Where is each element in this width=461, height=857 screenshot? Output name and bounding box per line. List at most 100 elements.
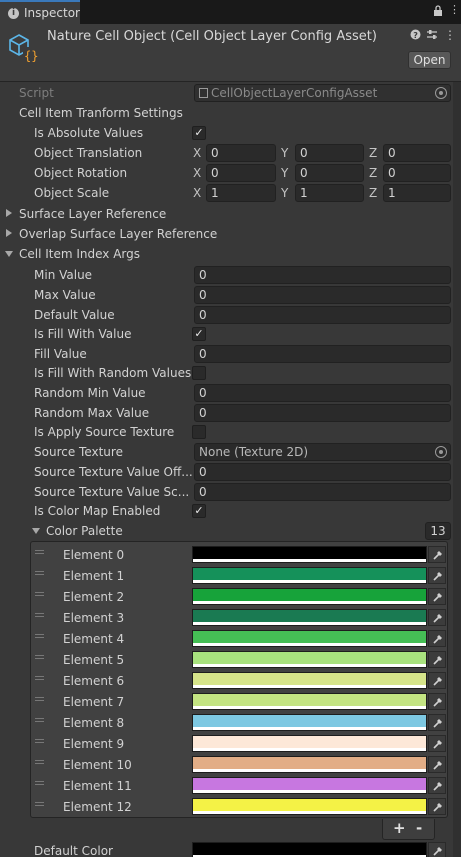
- apply-texture-checkbox[interactable]: [192, 425, 206, 439]
- tab-inspector[interactable]: i Inspector: [0, 0, 80, 24]
- fill-value-field[interactable]: 0: [194, 345, 451, 363]
- object-picker-icon[interactable]: [435, 87, 447, 99]
- x-axis-label: X: [193, 146, 202, 160]
- asset-title: Nature Cell Object (Cell Object Layer Co…: [47, 29, 377, 44]
- translation-y-field[interactable]: 0: [295, 144, 364, 162]
- color-map-row: Is Color Map Enabled ✓: [0, 501, 461, 521]
- eyedropper-button[interactable]: [428, 672, 446, 689]
- default-color-swatch[interactable]: [192, 842, 427, 857]
- scale-z-field[interactable]: 1: [383, 184, 451, 202]
- is-absolute-checkbox[interactable]: ✓: [192, 126, 206, 140]
- element-label: Element 3: [63, 611, 125, 625]
- color-swatch[interactable]: [192, 588, 427, 605]
- index-args-foldout[interactable]: Cell Item Index Args: [0, 244, 461, 264]
- drag-handle-icon[interactable]: [35, 718, 44, 722]
- element-label: Element 2: [63, 590, 125, 604]
- drag-handle-icon[interactable]: [35, 676, 44, 680]
- rotation-x-field[interactable]: 0: [206, 164, 276, 182]
- remove-element-button[interactable]: -: [416, 819, 422, 837]
- color-swatch[interactable]: [192, 672, 427, 689]
- object-picker-icon[interactable]: [435, 446, 447, 458]
- drag-handle-icon[interactable]: [35, 634, 44, 638]
- eyedropper-button[interactable]: [428, 651, 446, 668]
- help-icon[interactable]: ?: [410, 29, 421, 43]
- color-swatch[interactable]: [192, 714, 427, 731]
- color-map-checkbox[interactable]: ✓: [192, 504, 206, 518]
- min-value-field[interactable]: 0: [194, 266, 451, 284]
- rotation-y-field[interactable]: 0: [295, 164, 364, 182]
- drag-handle-icon[interactable]: [35, 592, 44, 596]
- random-min-field[interactable]: 0: [194, 384, 451, 402]
- script-label: Script: [19, 86, 54, 100]
- max-value-field[interactable]: 0: [194, 286, 451, 304]
- overlap-surface-foldout[interactable]: Overlap Surface Layer Reference: [0, 224, 461, 244]
- context-menu-icon[interactable]: ⋮: [444, 28, 456, 42]
- eyedropper-button[interactable]: [428, 588, 446, 605]
- add-element-button[interactable]: +: [393, 819, 406, 837]
- source-texture-row: Source Texture None (Texture 2D): [0, 442, 461, 462]
- color-swatch[interactable]: [192, 735, 427, 752]
- surface-layer-foldout[interactable]: Surface Layer Reference: [0, 204, 461, 224]
- eyedropper-icon: [433, 847, 442, 856]
- eyedropper-button[interactable]: [428, 714, 446, 731]
- foldout-arrow-icon[interactable]: [6, 209, 12, 217]
- eyedropper-button[interactable]: [428, 567, 446, 584]
- drag-handle-icon[interactable]: [35, 739, 44, 743]
- color-swatch[interactable]: [192, 630, 427, 647]
- eyedropper-icon: [433, 740, 442, 749]
- texture-offset-field[interactable]: 0: [194, 463, 451, 481]
- color-swatch[interactable]: [192, 546, 427, 563]
- translation-x-field[interactable]: 0: [206, 144, 276, 162]
- alpha-bar: [193, 580, 426, 583]
- texture-scale-label: Source Texture Value Sc...: [34, 485, 190, 499]
- texture-scale-field[interactable]: 0: [194, 483, 451, 501]
- scriptable-object-icon: {}: [9, 34, 38, 63]
- script-field[interactable]: CellObjectLayerConfigAsset: [194, 84, 451, 102]
- random-max-field[interactable]: 0: [194, 404, 451, 422]
- source-texture-field[interactable]: None (Texture 2D): [194, 443, 451, 461]
- drag-handle-icon[interactable]: [35, 571, 44, 575]
- kebab-menu-icon[interactable]: ⋮: [449, 3, 460, 16]
- open-button[interactable]: Open: [408, 51, 451, 69]
- scrollbar[interactable]: [453, 82, 461, 857]
- lock-icon[interactable]: [433, 5, 443, 19]
- drag-handle-icon[interactable]: [35, 550, 44, 554]
- translation-z-field[interactable]: 0: [383, 144, 451, 162]
- drag-handle-icon[interactable]: [35, 697, 44, 701]
- foldout-arrow-icon[interactable]: [6, 229, 12, 237]
- drag-handle-icon[interactable]: [35, 760, 44, 764]
- eyedropper-button[interactable]: [428, 630, 446, 647]
- color-palette-foldout[interactable]: Color Palette: [0, 521, 461, 541]
- color-swatch[interactable]: [192, 777, 427, 794]
- color-swatch[interactable]: [192, 567, 427, 584]
- drag-handle-icon[interactable]: [35, 613, 44, 617]
- eyedropper-button[interactable]: [428, 756, 446, 773]
- eyedropper-button[interactable]: [428, 609, 446, 626]
- rotation-z-field[interactable]: 0: [383, 164, 451, 182]
- default-value-field[interactable]: 0: [194, 306, 451, 324]
- eyedropper-button[interactable]: [428, 735, 446, 752]
- preset-icon[interactable]: [426, 29, 438, 43]
- eyedropper-button[interactable]: [428, 693, 446, 710]
- color-swatch[interactable]: [192, 756, 427, 773]
- eyedropper-button[interactable]: [428, 842, 446, 857]
- drag-handle-icon[interactable]: [35, 655, 44, 659]
- color-swatch[interactable]: [192, 693, 427, 710]
- eyedropper-button[interactable]: [428, 777, 446, 794]
- z-axis-label: Z: [369, 166, 378, 180]
- drag-handle-icon[interactable]: [35, 802, 44, 806]
- eyedropper-button[interactable]: [428, 546, 446, 563]
- scale-y-field[interactable]: 1: [295, 184, 364, 202]
- color-swatch[interactable]: [192, 798, 427, 815]
- foldout-arrow-icon[interactable]: [5, 251, 13, 257]
- palette-size-field[interactable]: 13: [425, 522, 451, 540]
- fill-with-value-checkbox[interactable]: ✓: [192, 327, 206, 341]
- drag-handle-icon[interactable]: [35, 781, 44, 785]
- eyedropper-button[interactable]: [428, 798, 446, 815]
- transform-section-label: Cell Item Tranform Settings: [19, 106, 183, 120]
- scale-x-field[interactable]: 1: [206, 184, 276, 202]
- foldout-arrow-icon[interactable]: [32, 528, 40, 534]
- color-swatch[interactable]: [192, 609, 427, 626]
- fill-random-checkbox[interactable]: [192, 366, 206, 380]
- color-swatch[interactable]: [192, 651, 427, 668]
